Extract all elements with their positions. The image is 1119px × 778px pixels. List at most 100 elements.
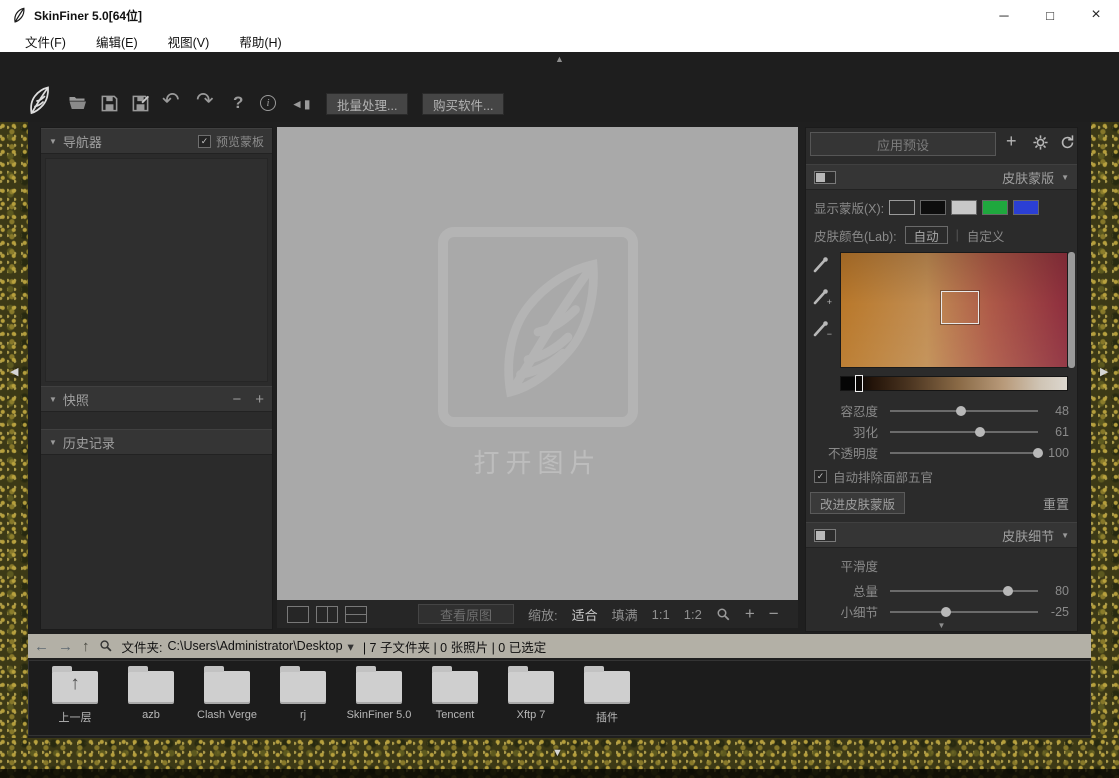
mask-swatch-green[interactable] [982,200,1008,215]
reset-button[interactable]: 重置 [1043,494,1069,513]
skin-detail-toggle-icon[interactable] [814,529,836,542]
menu-edit[interactable]: 编辑(E) [96,32,138,51]
nav-forward-icon[interactable]: → [58,638,73,655]
folder-path[interactable]: C:\Users\Administrator\Desktop [167,639,342,653]
history-collapse-icon[interactable]: ▼ [49,438,57,447]
zoom-in-button[interactable]: + [745,604,755,624]
file-tile[interactable]: SkinFiner 5.0 [341,665,417,731]
eyedropper-icon[interactable] [812,256,830,274]
color-selection-rect[interactable] [941,291,979,324]
maximize-button[interactable]: □ [1027,0,1073,30]
skin-color-field[interactable] [840,252,1068,368]
snapshot-header[interactable]: ▼ 快照 − + [41,386,272,412]
mask-swatch-black[interactable] [920,200,946,215]
right-panel: 应用预设 + 皮肤蒙版 ▼ 显示蒙版(X): 皮肤颜色(Lab): 自动 | [805,127,1078,632]
zoom-magnifier-icon[interactable] [716,607,731,622]
zoom-fit-button[interactable]: 适合 [572,605,598,624]
file-tile[interactable]: azb [113,665,189,731]
panel-scroll-down-icon[interactable]: ▼ [806,621,1077,630]
opacity-slider-knob[interactable] [1033,448,1043,458]
history-header[interactable]: ▼ 历史记录 [41,429,272,455]
snapshot-collapse-icon[interactable]: ▼ [49,395,57,404]
refresh-icon[interactable] [1059,134,1076,151]
menu-file[interactable]: 文件(F) [25,32,66,51]
zoom-1-1-button[interactable]: 1:1 [652,607,670,622]
show-mask-label: 显示蒙版(X): [814,198,884,217]
nav-back-icon[interactable]: ← [34,638,49,655]
search-icon[interactable] [99,639,113,653]
file-tile[interactable]: rj [265,665,341,731]
navigator-header[interactable]: ▼ 导航器 ✓ 预览蒙板 [41,128,272,154]
feather-slider[interactable] [890,431,1038,433]
mask-swatch-none[interactable] [889,200,915,215]
collapse-left-arrow-icon[interactable]: ◀ [10,365,18,378]
open-folder-icon[interactable] [66,94,88,112]
eyedropper-remove-icon[interactable]: − [812,320,830,338]
feather-slider-knob[interactable] [975,427,985,437]
apply-preset-dropdown[interactable]: 应用预设 [810,132,996,156]
file-tile-up[interactable]: ↑ 上一层 [37,665,113,731]
batch-process-button[interactable]: 批量处理... [326,93,408,115]
skin-mask-header[interactable]: 皮肤蒙版 ▼ [806,164,1077,190]
zoom-out-button[interactable]: − [769,604,779,624]
menu-help[interactable]: 帮助(H) [239,32,281,51]
amount-slider[interactable] [890,590,1038,592]
exit-icon[interactable]: ◄▮ [291,97,311,111]
redo-icon[interactable]: ↷ [196,88,214,113]
close-button[interactable]: × [1073,0,1119,30]
tone-gradient-bar[interactable] [840,376,1068,391]
save-icon[interactable] [100,94,119,113]
auto-button[interactable]: 自动 [905,226,948,244]
nav-up-icon[interactable]: ↑ [82,638,90,655]
mask-swatch-blue[interactable] [1013,200,1039,215]
custom-button[interactable]: 自定义 [967,226,1005,245]
collapse-top-arrow-icon[interactable]: ▲ [0,54,1119,64]
mask-swatch-gray[interactable] [951,200,977,215]
minimize-button[interactable]: ─ [981,0,1027,30]
file-tile[interactable]: Tencent [417,665,493,731]
add-preset-icon[interactable]: + [1006,131,1017,152]
menu-view[interactable]: 视图(V) [168,32,210,51]
zoom-label: 缩放: [528,605,558,624]
amount-slider-knob[interactable] [1003,586,1013,596]
gear-icon[interactable] [1032,134,1049,151]
preview-mask-checkbox[interactable]: ✓ [198,135,211,148]
snapshot-add-icon[interactable]: + [255,391,264,408]
opacity-slider[interactable] [890,452,1038,454]
snapshot-remove-icon[interactable]: − [232,391,241,408]
undo-icon[interactable]: ↶ [162,88,180,113]
improve-skin-mask-button[interactable]: 改进皮肤蒙版 [810,492,905,514]
panel-scrollbar[interactable] [1068,252,1075,368]
gradient-handle[interactable] [855,375,863,392]
skin-mask-collapse-icon[interactable]: ▼ [1061,173,1069,182]
skin-mask-toggle-icon[interactable] [814,171,836,184]
file-tile[interactable]: 插件 [569,665,645,731]
eyedropper-add-icon[interactable]: + [812,288,830,306]
small-detail-slider-knob[interactable] [941,607,951,617]
small-detail-slider[interactable] [890,611,1038,613]
path-dropdown-icon[interactable]: ▾ [348,639,354,654]
save-as-icon[interactable] [131,94,150,113]
file-tile[interactable]: Xftp 7 [493,665,569,731]
view-split-vertical-icon[interactable] [316,606,338,623]
tolerance-slider-knob[interactable] [956,406,966,416]
zoom-1-2-button[interactable]: 1:2 [684,607,702,622]
open-image-label[interactable]: 打开图片 [277,443,798,480]
view-split-horizontal-icon[interactable] [345,606,367,623]
file-tile[interactable]: Clash Verge [189,665,265,731]
navigator-collapse-icon[interactable]: ▼ [49,137,57,146]
info-icon[interactable]: i [260,95,276,111]
view-single-icon[interactable] [287,606,309,623]
image-canvas[interactable]: 打开图片 [277,127,798,600]
skin-detail-collapse-icon[interactable]: ▼ [1061,531,1069,540]
buy-software-button[interactable]: 购买软件... [422,93,504,115]
view-original-button[interactable]: 查看原图 [418,604,514,624]
zoom-fill-button[interactable]: 填满 [612,605,638,624]
tolerance-slider[interactable] [890,410,1038,412]
collapse-bottom-arrow-icon[interactable]: ▼ [552,747,563,759]
collapse-right-arrow-icon[interactable]: ▶ [1100,365,1108,378]
feather-row: 羽化 61 [806,421,1077,442]
help-icon[interactable]: ? [233,93,243,113]
auto-exclude-checkbox[interactable]: ✓ [814,470,827,483]
skin-detail-header[interactable]: 皮肤细节 ▼ [806,522,1077,548]
